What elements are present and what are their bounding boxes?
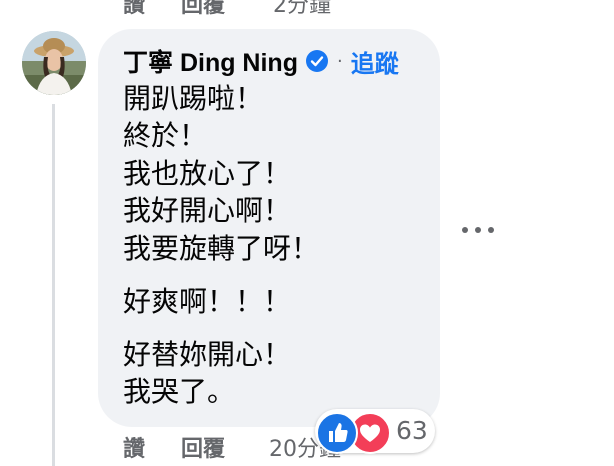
comment-actions: 讚 回覆 20分鐘 <box>123 430 341 464</box>
like-icon <box>316 412 358 454</box>
more-options-icon[interactable] <box>462 218 494 242</box>
verified-badge-icon <box>305 50 328 72</box>
avatar-photo <box>22 31 86 95</box>
avatar[interactable] <box>22 31 86 95</box>
like-link[interactable]: 讚 <box>123 431 145 463</box>
author-name[interactable]: 丁寧 Ding Ning <box>123 43 298 79</box>
reply-link[interactable]: 回覆 <box>181 0 225 19</box>
reply-link[interactable]: 回覆 <box>181 431 225 463</box>
comment-line: 好爽啊！！！ <box>123 285 292 318</box>
comment-line: 我要旋轉了呀！ <box>123 232 320 265</box>
comment-line: 好替妳開心！ <box>123 338 292 371</box>
follow-link[interactable]: 追蹤 <box>351 44 399 79</box>
comment-line: 我哭了。 <box>123 375 236 408</box>
thread-line <box>52 104 55 466</box>
comment-line: 我好開心啊！ <box>123 194 292 227</box>
comment-thread: 讚 回覆 2分鐘 丁寧 Ding Ning · 追蹤 開趴踢啦！ 終於！ 我也放… <box>0 0 614 466</box>
previous-comment-actions: 讚 回覆 2分鐘 <box>123 0 331 18</box>
comment-header: 丁寧 Ding Ning · 追蹤 <box>123 42 399 80</box>
separator-dot: · <box>336 50 343 72</box>
reaction-count: 63 <box>396 416 428 445</box>
comment-line: 開趴踢啦！ <box>123 82 264 115</box>
comment-line: 終於！ <box>123 119 208 152</box>
like-link[interactable]: 讚 <box>123 0 145 19</box>
timestamp[interactable]: 2分鐘 <box>273 0 331 19</box>
reaction-summary[interactable]: 63 <box>315 409 435 454</box>
comment-line: 我也放心了！ <box>123 157 292 190</box>
